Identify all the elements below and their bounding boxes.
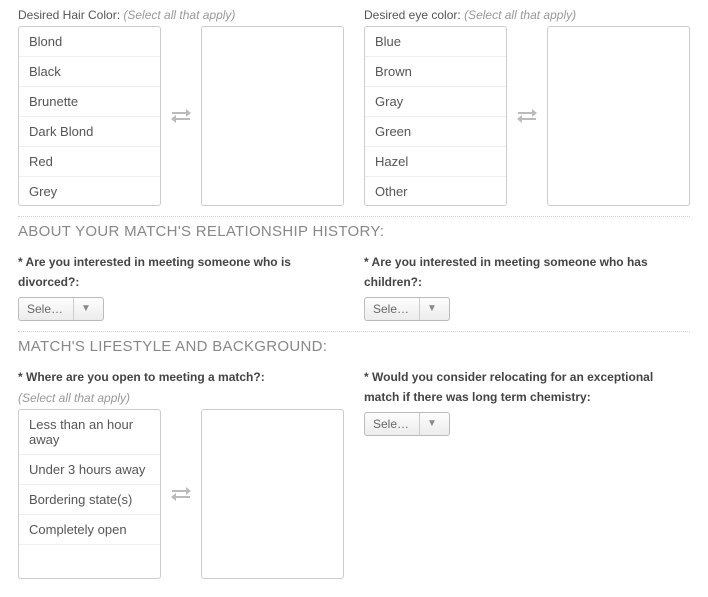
eye-selected-list[interactable]: [547, 26, 690, 206]
hair-color-field: Desired Hair Color: (Select all that app…: [18, 8, 344, 206]
chevron-down-icon: ▼: [419, 298, 444, 320]
list-item[interactable]: Under 3 hours away: [19, 455, 160, 485]
location-question: * Where are you open to meeting a match?…: [18, 367, 344, 387]
divorced-select[interactable]: Select ... ▼: [18, 297, 104, 321]
list-item[interactable]: Completely open: [19, 515, 160, 545]
divider: [18, 331, 690, 332]
list-item[interactable]: Hazel: [365, 147, 506, 177]
list-item[interactable]: Blue: [365, 27, 506, 57]
location-available-list[interactable]: Less than an hour away Under 3 hours awa…: [18, 409, 161, 579]
section-relationship-history: ABOUT YOUR MATCH'S RELATIONSHIP HISTORY:: [18, 223, 690, 240]
relocate-select-value: Select ...: [365, 417, 419, 431]
eye-color-label: Desired eye color:: [364, 8, 461, 22]
relocate-select[interactable]: Select ... ▼: [364, 412, 450, 436]
children-question: * Are you interested in meeting someone …: [364, 252, 690, 293]
swap-icon[interactable]: [515, 109, 540, 123]
divorced-question: * Are you interested in meeting someone …: [18, 252, 344, 293]
list-item[interactable]: Green: [365, 117, 506, 147]
children-select[interactable]: Select ... ▼: [364, 297, 450, 321]
list-item[interactable]: Grey: [19, 177, 160, 206]
hair-selected-list[interactable]: [201, 26, 344, 206]
list-item[interactable]: Brunette: [19, 87, 160, 117]
section-lifestyle-background: MATCH'S LIFESTYLE AND BACKGROUND:: [18, 338, 690, 355]
list-item[interactable]: Gray: [365, 87, 506, 117]
list-item[interactable]: Brown: [365, 57, 506, 87]
list-item[interactable]: Other: [365, 177, 506, 206]
list-item[interactable]: Less than an hour away: [19, 410, 160, 455]
hair-color-label: Desired Hair Color:: [18, 8, 120, 22]
eye-color-hint: (Select all that apply): [464, 8, 576, 22]
location-selected-list[interactable]: [201, 409, 344, 579]
list-item[interactable]: Dark Blond: [19, 117, 160, 147]
list-item[interactable]: Bordering state(s): [19, 485, 160, 515]
hair-available-list[interactable]: Blond Black Brunette Dark Blond Red Grey…: [18, 26, 161, 206]
location-hint: (Select all that apply): [18, 391, 344, 405]
hair-color-hint: (Select all that apply): [123, 8, 235, 22]
eye-color-field: Desired eye color: (Select all that appl…: [364, 8, 690, 206]
chevron-down-icon: ▼: [73, 298, 98, 320]
swap-icon[interactable]: [169, 109, 194, 123]
eye-available-list[interactable]: Blue Brown Gray Green Hazel Other: [364, 26, 507, 206]
list-item[interactable]: Blond: [19, 27, 160, 57]
list-item[interactable]: Black: [19, 57, 160, 87]
children-select-value: Select ...: [365, 302, 419, 316]
swap-icon[interactable]: [169, 487, 194, 501]
relocate-question: * Would you consider relocating for an e…: [364, 367, 690, 408]
divider: [18, 216, 690, 217]
chevron-down-icon: ▼: [419, 413, 444, 435]
list-item[interactable]: Red: [19, 147, 160, 177]
divorced-select-value: Select ...: [19, 302, 73, 316]
